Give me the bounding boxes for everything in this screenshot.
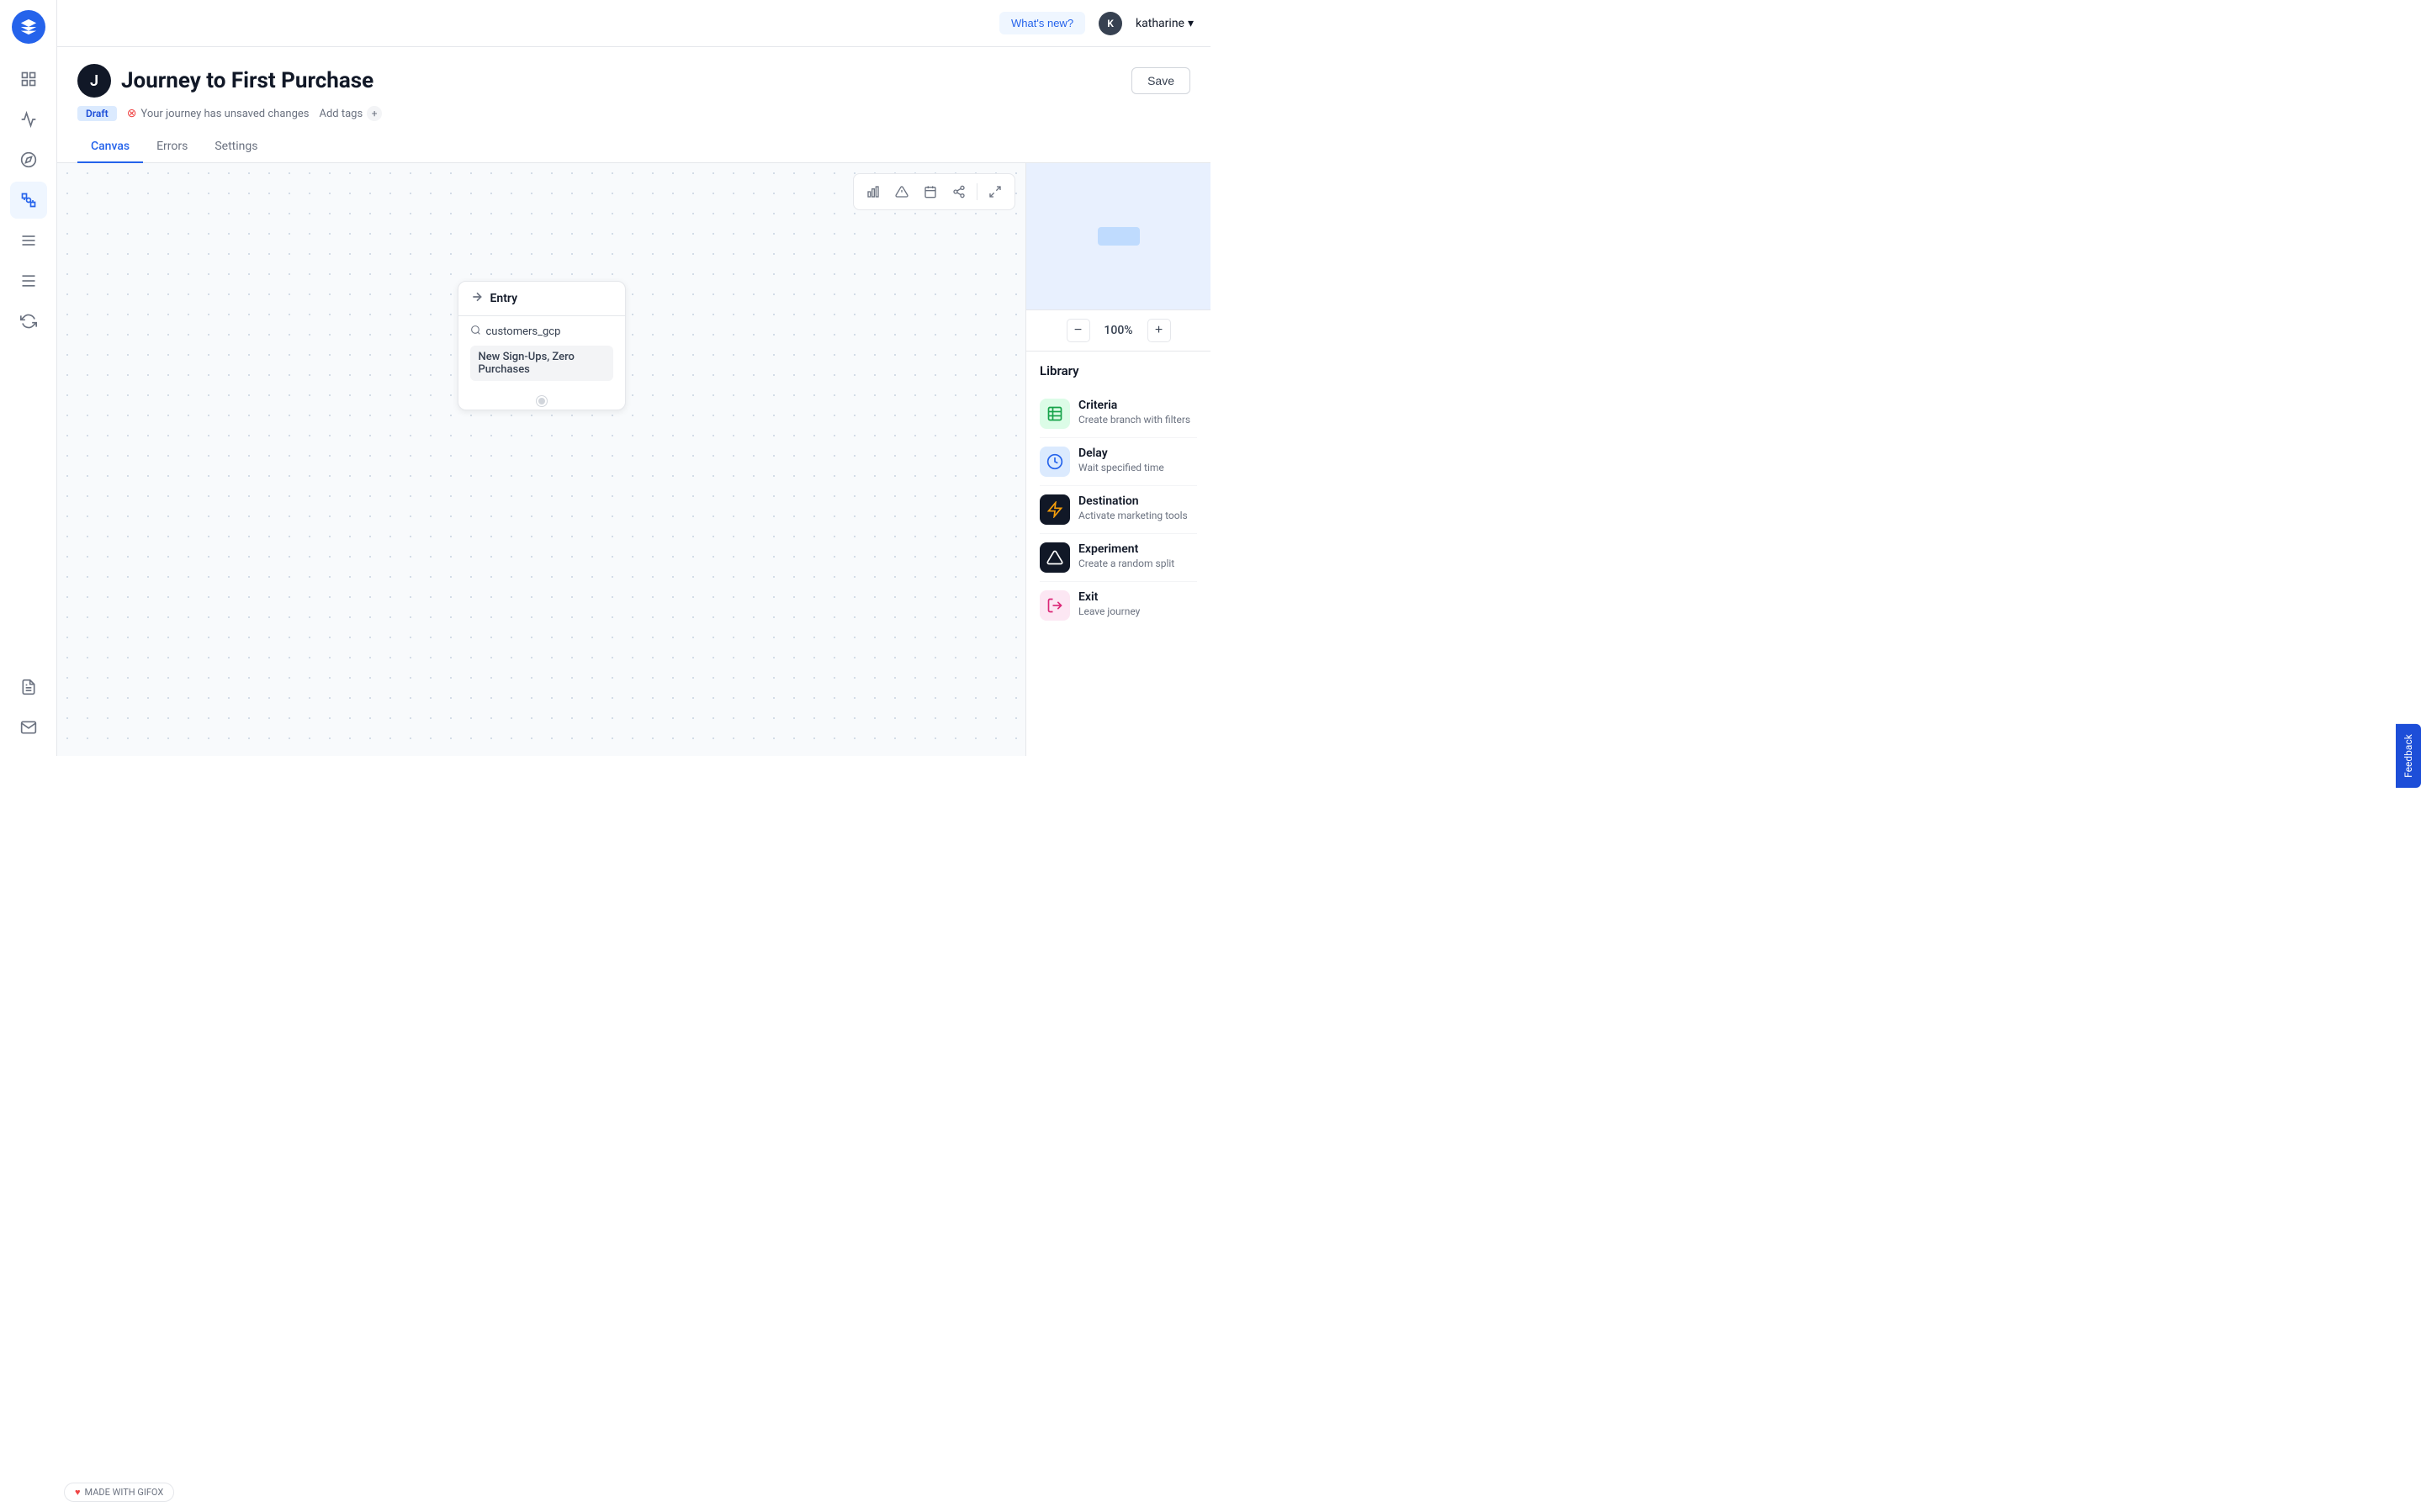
criteria-desc: Create branch with filters [1078,414,1190,426]
sidebar-item-reports[interactable] [10,669,47,706]
journey-meta: Draft ⊗ Your journey has unsaved changes… [77,106,1190,131]
entry-node-body: customers_gcp New Sign-Ups, Zero Purchas… [458,316,625,389]
experiment-name: Experiment [1078,542,1174,556]
user-menu[interactable]: katharine ▾ [1136,17,1194,30]
experiment-text: Experiment Create a random split [1078,542,1174,569]
delay-name: Delay [1078,447,1164,460]
entry-segment-label: customers_gcp [470,325,613,339]
exit-text: Exit Leave journey [1078,590,1140,617]
add-tags-plus-icon: + [367,106,382,121]
library-item-experiment[interactable]: Experiment Create a random split [1040,534,1197,582]
library-item-destination[interactable]: Destination Activate marketing tools [1040,486,1197,534]
zoom-controls: − 100% + [1026,310,1210,352]
journey-title-left: J Journey to First Purchase [77,64,373,98]
user-chevron-icon: ▾ [1188,17,1194,30]
tab-errors[interactable]: Errors [143,131,201,163]
tab-settings[interactable]: Settings [201,131,271,163]
bar-chart-tool-button[interactable] [861,179,886,204]
experiment-icon [1040,542,1070,573]
destination-text: Destination Activate marketing tools [1078,494,1188,521]
exit-desc: Leave journey [1078,605,1140,617]
add-tags-label: Add tags [319,108,363,120]
audience-label: New Sign-Ups, Zero Purchases [470,346,613,381]
library-section: Library Criteria Create branch with filt… [1026,352,1210,756]
entry-node[interactable]: Entry customers_gcp New Sign-Ups, Zero P… [458,281,626,410]
unsaved-message: Your journey has unsaved changes [140,108,309,120]
exit-name: Exit [1078,590,1140,604]
canvas-toolbar [853,173,1015,210]
user-name-text: katharine [1136,17,1184,30]
sidebar-item-home[interactable] [10,61,47,98]
segment-value: customers_gcp [486,325,561,338]
add-tags-button[interactable]: Add tags + [319,106,382,121]
main-content: What's new? K katharine ▾ J Journey to F… [57,0,1210,756]
gifox-label: MADE WITH GIFOX [85,1487,164,1498]
alert-tool-button[interactable] [889,179,914,204]
sidebar [0,0,57,756]
entry-header-label: Entry [490,292,518,305]
journey-title-row: J Journey to First Purchase Save [77,64,1190,98]
sidebar-item-explore[interactable] [10,141,47,178]
whats-new-button[interactable]: What's new? [999,12,1085,34]
search-icon [470,325,481,339]
sidebar-item-signals[interactable] [10,101,47,138]
save-button[interactable]: Save [1131,67,1190,94]
unsaved-warning: ⊗ Your journey has unsaved changes [127,107,310,120]
entry-node-connector [458,389,625,410]
sidebar-item-messages[interactable] [10,709,47,746]
right-panel: − 100% + Library Criteria Create branch … [1025,163,1210,756]
zoom-in-button[interactable]: + [1147,319,1171,342]
feedback-button[interactable]: Feedback [2396,724,2421,788]
mini-map[interactable] [1026,163,1210,310]
warning-icon: ⊗ [127,107,137,120]
experiment-desc: Create a random split [1078,558,1174,569]
zoom-level: 100% [1100,324,1137,337]
destination-desc: Activate marketing tools [1078,510,1188,521]
criteria-text: Criteria Create branch with filters [1078,399,1190,426]
delay-text: Delay Wait specified time [1078,447,1164,473]
journey-icon: J [77,64,111,98]
mini-map-indicator [1098,227,1140,246]
user-avatar: K [1099,12,1122,35]
canvas[interactable]: Entry customers_gcp New Sign-Ups, Zero P… [57,163,1025,756]
app-logo[interactable] [12,10,45,44]
library-item-criteria[interactable]: Criteria Create branch with filters [1040,390,1197,438]
calendar-tool-button[interactable] [918,179,943,204]
exit-icon [1040,590,1070,621]
nav-tabs: Canvas Errors Settings [77,131,1190,162]
journey-header: J Journey to First Purchase Save Draft ⊗… [57,47,1210,163]
top-bar: What's new? K katharine ▾ [57,0,1210,47]
criteria-name: Criteria [1078,399,1190,412]
sidebar-item-content[interactable] [10,222,47,259]
share-tool-button[interactable] [946,179,972,204]
delay-icon [1040,447,1070,477]
connector-dot [537,396,547,406]
sidebar-item-layers[interactable] [10,262,47,299]
delay-desc: Wait specified time [1078,462,1164,473]
destination-icon [1040,494,1070,525]
gifox-badge: ♥ MADE WITH GIFOX [64,1483,174,1502]
sidebar-item-journeys[interactable] [10,182,47,219]
criteria-icon [1040,399,1070,429]
zoom-out-button[interactable]: − [1067,319,1090,342]
heart-icon: ♥ [75,1487,81,1498]
destination-name: Destination [1078,494,1188,508]
sidebar-item-sync[interactable] [10,303,47,340]
library-item-exit[interactable]: Exit Leave journey [1040,582,1197,629]
library-item-delay[interactable]: Delay Wait specified time [1040,438,1197,486]
library-title: Library [1040,363,1197,378]
journey-title: Journey to First Purchase [121,68,373,93]
draft-badge: Draft [77,106,117,121]
tab-canvas[interactable]: Canvas [77,131,143,163]
entry-arrow-icon [470,290,484,307]
expand-tool-button[interactable] [983,179,1008,204]
entry-node-header: Entry [458,282,625,316]
